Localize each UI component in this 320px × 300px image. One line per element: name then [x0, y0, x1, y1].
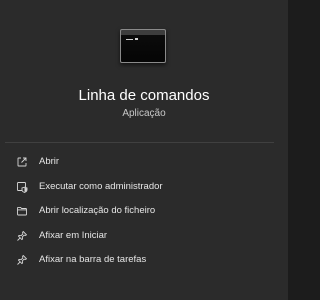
action-pin-to-taskbar-label: Afixar na barra de tarefas	[39, 254, 147, 265]
action-open-file-location-label: Abrir localização do ficheiro	[39, 205, 156, 216]
pin-icon	[16, 230, 28, 242]
action-pin-to-taskbar[interactable]: Afixar na barra de tarefas	[0, 248, 288, 273]
run-as-admin-icon	[16, 181, 28, 193]
folder-icon	[16, 205, 28, 217]
action-open-label: Abrir	[39, 156, 60, 167]
start-menu-app-details-panel: Linha de comandos Aplicação Abrir Execut…	[0, 0, 288, 300]
divider	[5, 142, 274, 143]
open-external-icon	[16, 156, 28, 168]
app-name: Linha de comandos	[78, 87, 210, 104]
action-pin-to-start-label: Afixar em Iniciar	[39, 229, 108, 241]
pin-icon	[16, 254, 28, 266]
action-open[interactable]: Abrir	[0, 150, 288, 175]
action-run-as-admin[interactable]: Executar como administrador	[0, 175, 288, 200]
action-run-as-admin-label: Executar como administrador	[39, 180, 163, 192]
action-pin-to-start[interactable]: Afixar em Iniciar	[0, 224, 288, 249]
command-prompt-icon[interactable]	[120, 29, 166, 63]
cursor-glyph	[135, 38, 138, 40]
prompt-glyph	[126, 39, 133, 40]
action-list: Abrir Executar como administrador Abrir …	[0, 150, 288, 273]
action-open-file-location[interactable]: Abrir localização do ficheiro	[0, 199, 288, 224]
app-type: Aplicação	[122, 108, 166, 119]
app-header: Linha de comandos Aplicação	[0, 0, 288, 140]
